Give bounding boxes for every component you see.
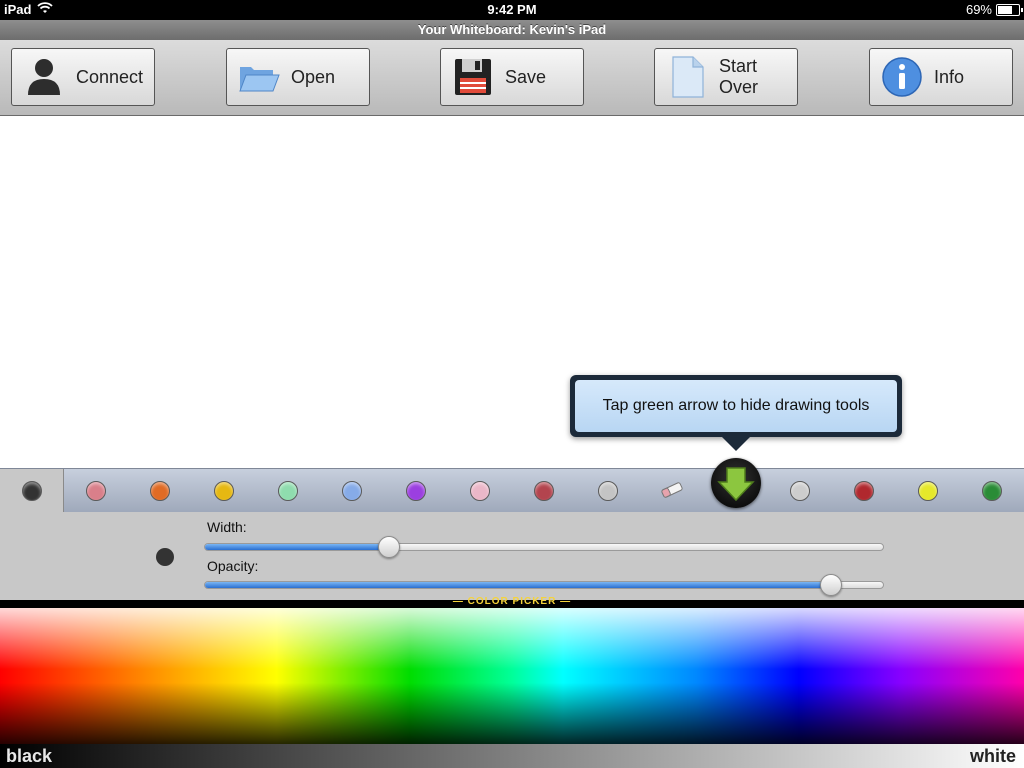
toolbar: Connect Open Save Start Over Info bbox=[0, 40, 1024, 116]
swatch-green[interactable] bbox=[982, 481, 1002, 501]
status-time: 9:42 PM bbox=[487, 2, 537, 17]
grayscale-bar[interactable]: black white bbox=[0, 744, 1024, 768]
swatch-yellow[interactable] bbox=[214, 481, 234, 501]
info-button[interactable]: Info bbox=[869, 48, 1013, 106]
opacity-label: Opacity: bbox=[207, 558, 259, 574]
swatch-mint[interactable] bbox=[278, 481, 298, 501]
swatch-dark-red[interactable] bbox=[854, 481, 874, 501]
selected-color-swatch[interactable] bbox=[22, 481, 42, 501]
tooltip-text: Tap green arrow to hide drawing tools bbox=[575, 380, 897, 432]
save-button[interactable]: Save bbox=[440, 48, 584, 106]
black-label: black bbox=[6, 746, 53, 766]
tooltip-pointer bbox=[722, 437, 750, 451]
status-bar: iPad 9:42 PM 69% bbox=[0, 0, 1024, 20]
color-palette bbox=[0, 458, 1024, 513]
color-spectrum[interactable] bbox=[0, 608, 1024, 744]
window-title: Your Whiteboard: Kevin's iPad bbox=[0, 20, 1024, 40]
swatch-purple[interactable] bbox=[406, 481, 426, 501]
opacity-slider[interactable] bbox=[204, 574, 884, 596]
green-arrow-icon bbox=[717, 467, 755, 502]
info-label: Info bbox=[934, 66, 965, 87]
color-picker-title: — COLOR PICKER — bbox=[452, 596, 572, 607]
swatch-silver[interactable] bbox=[790, 481, 810, 501]
swatch-pink[interactable] bbox=[86, 481, 106, 501]
brush-preview-dot bbox=[156, 548, 174, 566]
floppy-disk-icon bbox=[451, 55, 495, 99]
battery-icon bbox=[996, 3, 1023, 16]
selected-color-tab[interactable] bbox=[0, 469, 64, 513]
battery-percent: 69% bbox=[965, 2, 992, 17]
blank-page-icon bbox=[665, 55, 709, 99]
start-over-label: Start Over bbox=[719, 56, 759, 97]
hide-tools-arrow-button[interactable] bbox=[711, 458, 761, 508]
eraser-icon[interactable] bbox=[660, 481, 684, 504]
width-slider-thumb[interactable] bbox=[378, 536, 400, 558]
swatch-gray[interactable] bbox=[598, 481, 618, 501]
open-button[interactable]: Open bbox=[226, 48, 370, 106]
width-slider[interactable] bbox=[204, 536, 884, 558]
connect-button[interactable]: Connect bbox=[11, 48, 155, 106]
brush-controls: Width: Opacity: bbox=[0, 512, 1024, 600]
width-label: Width: bbox=[207, 519, 247, 535]
start-over-button[interactable]: Start Over bbox=[654, 48, 798, 106]
swatch-brick-red[interactable] bbox=[534, 481, 554, 501]
swatch-orange[interactable] bbox=[150, 481, 170, 501]
swatch-light-pink[interactable] bbox=[470, 481, 490, 501]
swatch-light-blue[interactable] bbox=[342, 481, 362, 501]
white-label: white bbox=[969, 746, 1016, 766]
connect-label: Connect bbox=[76, 66, 144, 87]
swatch-lemon[interactable] bbox=[918, 481, 938, 501]
opacity-slider-thumb[interactable] bbox=[820, 574, 842, 596]
open-label: Open bbox=[291, 66, 336, 87]
folder-icon bbox=[237, 55, 281, 99]
save-label: Save bbox=[505, 66, 547, 87]
info-icon bbox=[880, 55, 924, 99]
hint-tooltip: Tap green arrow to hide drawing tools bbox=[570, 375, 902, 451]
person-icon bbox=[22, 55, 66, 99]
